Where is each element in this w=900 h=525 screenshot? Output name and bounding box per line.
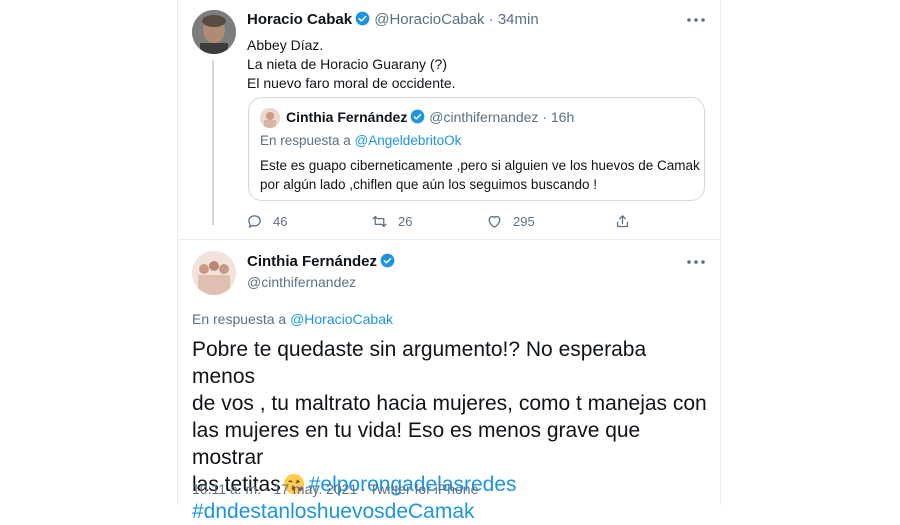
- verified-badge-icon: [355, 11, 370, 26]
- like-count: 295: [513, 214, 535, 229]
- author-handle[interactable]: @cinthifernandez: [247, 274, 356, 290]
- quote-time: 16h: [550, 109, 575, 125]
- quote-author-name: Cinthia Fernández: [286, 109, 408, 125]
- tweet2-reply-context: En respuesta a @HoracioCabak: [192, 311, 393, 327]
- tweet-line: Pobre te quedaste sin argumento!? No esp…: [192, 338, 647, 388]
- tweet-time[interactable]: 34min: [498, 11, 539, 28]
- quote-line: Este es guapo ciberneticamente ,pero si …: [260, 158, 700, 173]
- reply-prefix: En respuesta a: [260, 133, 351, 148]
- reply-count: 46: [273, 214, 288, 229]
- tweet-line: El nuevo faro moral de occidente.: [247, 75, 456, 91]
- thread-connector: [212, 60, 214, 225]
- tweet-card: Horacio Cabak @HoracioCabak · 34min Abbe…: [177, 0, 721, 523]
- tweet-divider: [178, 239, 720, 240]
- verified-badge-icon: [410, 109, 425, 124]
- tweet1-text: Abbey Díaz. La nieta de Horacio Guarany …: [247, 36, 456, 93]
- tweet-line: La nieta de Horacio Guarany (?): [247, 56, 447, 72]
- horacio-avatar[interactable]: [192, 10, 236, 54]
- quote-line: por algún lado ,chiflen que aún los segu…: [260, 177, 597, 192]
- reply-to-link[interactable]: @HoracioCabak: [290, 311, 393, 327]
- hashtag-link[interactable]: #dndestanloshuevosdeCamak: [192, 498, 712, 525]
- time-separator: ·: [488, 11, 494, 28]
- more-options-icon[interactable]: [684, 254, 708, 270]
- quote-header: Cinthia Fernández @cinthifernandez · 16h: [286, 109, 574, 125]
- share-icon: [616, 215, 629, 228]
- more-options-icon[interactable]: [684, 12, 708, 28]
- quoted-tweet[interactable]: Cinthia Fernández @cinthifernandez · 16h…: [248, 97, 705, 201]
- reply-to-link[interactable]: @AngeldebritoOk: [355, 133, 462, 148]
- reply-prefix: En respuesta a: [192, 311, 287, 327]
- quote-reply-context: En respuesta a @AngeldebritoOk: [260, 133, 461, 148]
- author-name[interactable]: Horacio Cabak: [247, 11, 352, 28]
- tweet2-header: Cinthia Fernández: [247, 253, 395, 270]
- tweet-line: las mujeres en tu vida! Eso es menos gra…: [192, 419, 641, 469]
- like-icon: [488, 215, 501, 228]
- like-button[interactable]: 295: [486, 213, 535, 230]
- time-separator: ·: [542, 109, 547, 125]
- author-handle[interactable]: @HoracioCabak: [374, 11, 484, 28]
- quote-handle: @cinthifernandez: [429, 109, 539, 125]
- retweet-icon: [372, 215, 387, 228]
- cinthia-avatar[interactable]: [192, 251, 236, 295]
- retweet-button[interactable]: 26: [371, 213, 412, 230]
- tweet-line: de vos , tu maltrato hacia mujeres, como…: [192, 392, 707, 415]
- tweet1-header: Horacio Cabak @HoracioCabak · 34min: [247, 11, 539, 28]
- tweet-line: Abbey Díaz.: [247, 37, 324, 53]
- cinthia-small-avatar: [260, 108, 280, 128]
- tweet-timestamp[interactable]: 10:11 a. m. · 17 may. 2021 · Twitter for…: [192, 481, 478, 497]
- quote-text: Este es guapo ciberneticamente ,pero si …: [260, 156, 700, 194]
- verified-badge-icon: [380, 253, 395, 268]
- retweet-count: 26: [398, 214, 413, 229]
- share-button[interactable]: [614, 213, 631, 230]
- author-name[interactable]: Cinthia Fernández: [247, 253, 377, 270]
- reply-icon: [248, 215, 261, 228]
- reply-button[interactable]: 46: [246, 213, 287, 230]
